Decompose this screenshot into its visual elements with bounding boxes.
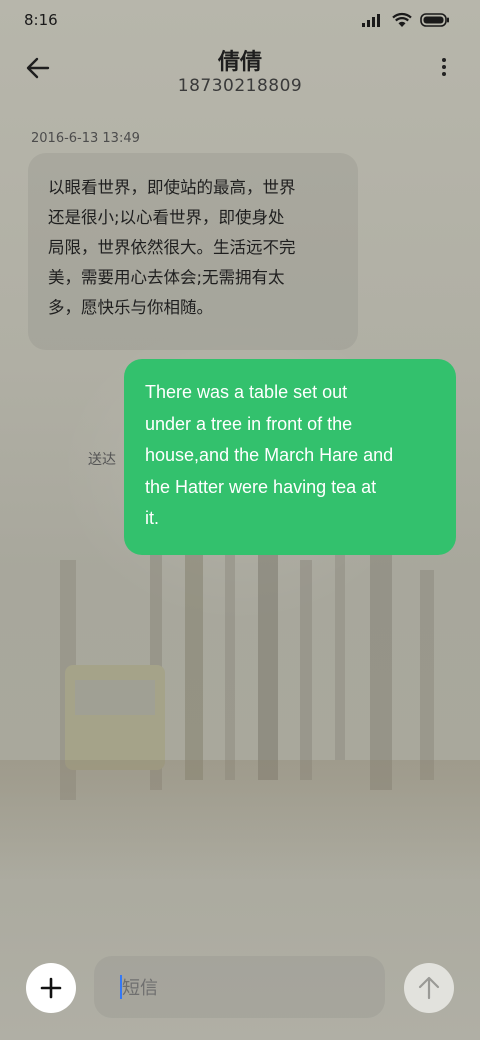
outgoing-message-bubble[interactable]: There was a table set out under a tree i… bbox=[124, 359, 456, 555]
message-input-placeholder: 短信 bbox=[122, 978, 158, 999]
message-line: it. bbox=[145, 508, 160, 528]
message-line: house,and the March Hare and bbox=[145, 445, 394, 465]
conversation-header: 倩倩 18730218809 bbox=[0, 40, 480, 110]
send-arrow-icon bbox=[418, 976, 440, 1000]
attach-button[interactable] bbox=[26, 963, 76, 1013]
status-icons bbox=[362, 12, 450, 28]
status-bar: 8:16 bbox=[0, 0, 480, 40]
message-line: 美，需要用心去体会;无需拥有太 bbox=[48, 268, 285, 287]
signal-icon bbox=[362, 14, 380, 27]
more-vertical-icon bbox=[438, 58, 450, 76]
message-line: 多，愿快乐与你相随。 bbox=[48, 298, 213, 317]
contact-name: 倩倩 bbox=[217, 50, 262, 75]
send-button[interactable] bbox=[404, 963, 454, 1013]
message-line: under a tree in front of the bbox=[145, 413, 353, 434]
delivery-status: 送达 bbox=[88, 452, 116, 468]
message-line: 还是很小;以心看世界，即使身处 bbox=[48, 208, 285, 227]
more-options-button[interactable] bbox=[438, 56, 450, 82]
contact-phone-number: 18730218809 bbox=[177, 76, 303, 96]
status-time: 8:16 bbox=[24, 11, 58, 29]
plus-icon bbox=[40, 977, 62, 999]
battery-icon bbox=[420, 13, 449, 27]
message-line: 局限，世界依然很大。生活远不完 bbox=[48, 238, 296, 257]
message-timestamp: 2016-6-13 13:49 bbox=[31, 131, 140, 146]
message-input[interactable]: 短信 bbox=[94, 956, 385, 1018]
message-line: There was a table set out bbox=[145, 382, 348, 402]
wifi-icon bbox=[392, 12, 412, 27]
message-line: 以眼看世界，即使站的最高，世界 bbox=[48, 178, 296, 197]
background-road bbox=[0, 760, 480, 880]
incoming-message-bubble[interactable]: 以眼看世界，即使站的最高，世界 还是很小;以心看世界，即使身处 局限，世界依然很… bbox=[28, 153, 358, 350]
message-line: the Hatter were having tea at bbox=[145, 476, 377, 497]
